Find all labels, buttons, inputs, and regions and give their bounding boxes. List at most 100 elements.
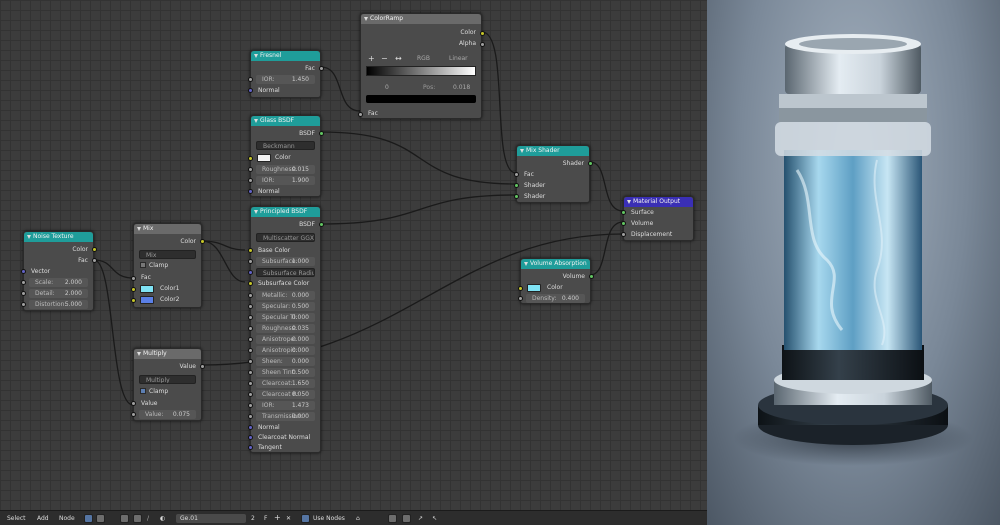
color2-input-socket[interactable] <box>131 298 136 303</box>
input-socket[interactable] <box>248 293 253 298</box>
pos-value[interactable]: 0.018 <box>453 83 470 92</box>
principled-field[interactable]: Metallic: 0.000 <box>256 291 315 300</box>
color1-input-socket[interactable] <box>131 287 136 292</box>
shader-input-socket[interactable] <box>514 194 519 199</box>
subsurface-input-socket[interactable] <box>248 259 253 264</box>
input-socket[interactable] <box>248 348 253 353</box>
unlink-icon[interactable]: ✕ <box>286 514 291 523</box>
value-input-socket[interactable] <box>131 401 136 406</box>
ior-field[interactable]: IOR: 1.900 <box>256 176 315 185</box>
principled-field[interactable]: Anisotropic: 0.000 <box>256 346 315 355</box>
material-name-field[interactable]: Ge.01 <box>176 514 246 523</box>
principled-field[interactable]: Specular: 0.500 <box>256 302 315 311</box>
normal-input-socket[interactable] <box>248 425 253 430</box>
material-output-node[interactable]: Material Output Surface Volume Displacem… <box>621 196 694 241</box>
brush-icon[interactable]: / <box>147 514 149 523</box>
value-field[interactable]: Value: 0.075 <box>139 410 196 419</box>
fresnel-node[interactable]: Fresnel Fac IOR: 1.450 Normal <box>248 50 324 98</box>
input-socket[interactable] <box>248 315 253 320</box>
interpolation-select[interactable]: Linear <box>449 54 468 63</box>
roughness-input-socket[interactable] <box>248 167 253 172</box>
principled-field[interactable]: Specular Ti: 0.000 <box>256 313 315 322</box>
color-ramp-gradient[interactable] <box>366 66 476 76</box>
value-input-socket[interactable] <box>131 412 136 417</box>
menu-select[interactable]: Select <box>7 514 26 523</box>
input-socket[interactable] <box>248 414 253 419</box>
use-nodes-checkbox[interactable] <box>301 514 310 523</box>
base-color-input-socket[interactable] <box>248 248 253 253</box>
input-socket[interactable] <box>248 392 253 397</box>
principled-field[interactable]: Sheen: 0.000 <box>256 357 315 366</box>
noise-texture-node[interactable]: Noise Texture Color Fac Vector Scale: 2.0… <box>21 231 97 311</box>
detail-input-socket[interactable] <box>21 291 26 296</box>
principled-field[interactable]: Roughness: 0.035 <box>256 324 315 333</box>
scale-field[interactable]: Scale: 2.000 <box>29 278 88 287</box>
density-field[interactable]: Density: 0.400 <box>526 294 585 303</box>
add-stop-button[interactable]: + <box>368 54 375 63</box>
subsurface-radius-field[interactable]: Subsurface Radius <box>256 268 315 277</box>
volume-output-socket[interactable] <box>589 274 594 279</box>
menu-add[interactable]: Add <box>37 514 49 523</box>
glass-bsdf-node[interactable]: Glass BSDF BSDF Beckmann Color Roughness… <box>248 115 324 197</box>
input-socket[interactable] <box>248 359 253 364</box>
stop-color-swatch[interactable] <box>366 95 476 103</box>
pin-icon[interactable] <box>388 514 397 523</box>
displacement-input-socket[interactable] <box>621 232 626 237</box>
flip-ramp-button[interactable]: ↔ <box>395 54 402 63</box>
colorramp-node[interactable]: ColorRamp Color Alpha + − ↔ RGB Linear 0… <box>358 13 485 119</box>
color-output-socket[interactable] <box>200 239 205 244</box>
principled-field[interactable]: Clearcoat R: 0.050 <box>256 390 315 399</box>
color-output-socket[interactable] <box>92 247 97 252</box>
distortion-input-socket[interactable] <box>21 302 26 307</box>
color1-swatch[interactable] <box>140 285 154 293</box>
color-output-socket[interactable] <box>480 31 485 36</box>
alpha-output-socket[interactable] <box>480 42 485 47</box>
input-socket[interactable] <box>248 370 253 375</box>
principled-field[interactable]: IOR: 1.473 <box>256 401 315 410</box>
tangent-input-socket[interactable] <box>248 445 253 450</box>
input-socket[interactable] <box>248 326 253 331</box>
snap-mode-icon[interactable]: ↗ <box>418 514 423 523</box>
new-material-icon[interactable]: + <box>274 514 281 523</box>
principled-field[interactable]: Anisotrope: 0.000 <box>256 335 315 344</box>
distortion-field[interactable]: Distortion: 5.000 <box>29 300 88 309</box>
shader-output-socket[interactable] <box>588 161 593 166</box>
fac-output-socket[interactable] <box>92 258 97 263</box>
bsdf-output-socket[interactable] <box>319 222 324 227</box>
subsurface-radius-input-socket[interactable] <box>248 270 253 275</box>
color2-swatch[interactable] <box>140 296 154 304</box>
fac-output-socket[interactable] <box>319 66 324 71</box>
material-icon[interactable]: ◐ <box>160 514 165 523</box>
shader-nodes-icon[interactable] <box>84 514 93 523</box>
multiply-node[interactable]: Multiply Value Multiply Clamp Value Valu… <box>131 348 205 421</box>
input-socket[interactable] <box>248 403 253 408</box>
distribution-select[interactable]: Beckmann <box>256 141 315 150</box>
mix-shader-node[interactable]: Mix Shader Shader Fac Shader Shader <box>514 145 593 203</box>
remove-stop-button[interactable]: − <box>381 54 388 63</box>
fac-input-socket[interactable] <box>131 276 136 281</box>
color-swatch[interactable] <box>527 284 541 292</box>
value-output-socket[interactable] <box>200 364 205 369</box>
clearcoat-normal-input-socket[interactable] <box>248 435 253 440</box>
cursor-icon[interactable]: ↖ <box>432 514 437 523</box>
volume-input-socket[interactable] <box>621 221 626 226</box>
normal-input-socket[interactable] <box>248 88 253 93</box>
subsurface-field[interactable]: Subsurface: 1.000 <box>256 257 315 266</box>
color-input-socket[interactable] <box>248 156 253 161</box>
distribution-select[interactable]: Multiscatter GGX <box>256 233 315 242</box>
bsdf-output-socket[interactable] <box>319 131 324 136</box>
vector-input-socket[interactable] <box>21 269 26 274</box>
texture-icon[interactable] <box>133 514 142 523</box>
principled-bsdf-node[interactable]: Principled BSDF BSDF Multiscatter GGX Ba… <box>248 206 324 453</box>
blend-mode-select[interactable]: Mix <box>139 250 196 259</box>
ior-field[interactable]: IOR: 1.450 <box>256 75 315 84</box>
input-socket[interactable] <box>248 304 253 309</box>
principled-field[interactable]: Transmission: 0.000 <box>256 412 315 421</box>
world-icon[interactable] <box>120 514 129 523</box>
snap-icon[interactable] <box>402 514 411 523</box>
scale-input-socket[interactable] <box>21 280 26 285</box>
volume-absorption-node[interactable]: Volume Absorption Volume Color Density: 0… <box>518 258 594 304</box>
backdrop-icon[interactable]: ⌂ <box>356 514 360 523</box>
principled-field[interactable]: Sheen Tint: 0.500 <box>256 368 315 377</box>
fac-input-socket[interactable] <box>358 112 363 117</box>
